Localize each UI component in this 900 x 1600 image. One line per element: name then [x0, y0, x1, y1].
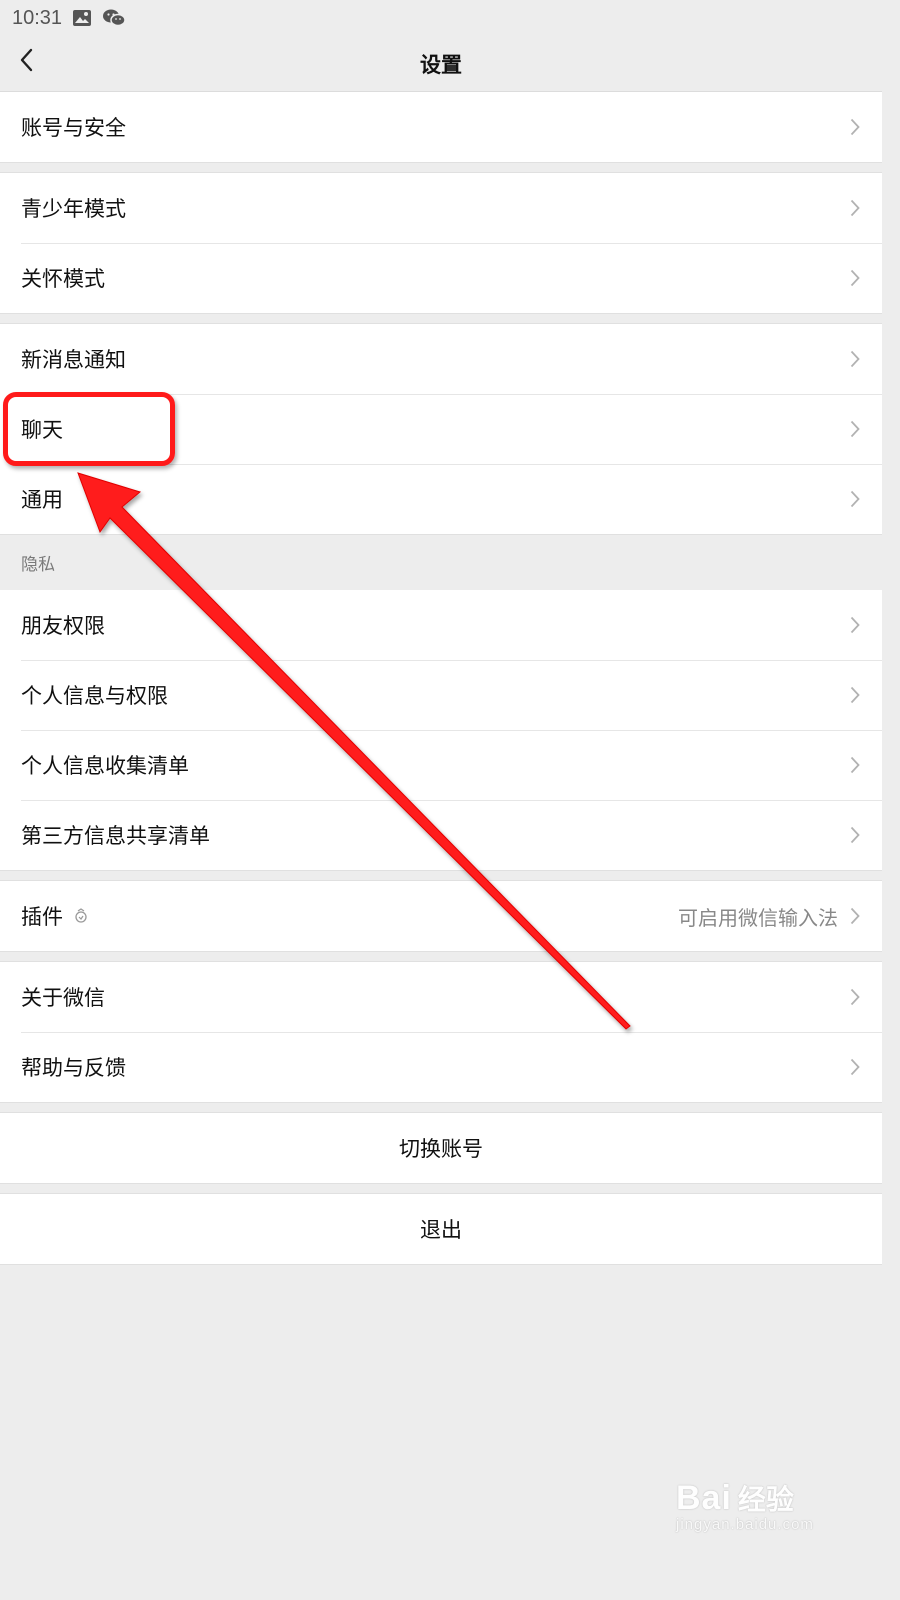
- settings-item-plugins[interactable]: 插件 可启用微信输入法: [0, 881, 882, 951]
- item-label: 新消息通知: [21, 348, 126, 372]
- plugins-value: 可启用微信输入法: [678, 905, 838, 930]
- settings-item-care-mode[interactable]: 关怀模式: [0, 243, 882, 313]
- item-label: 第三方信息共享清单: [21, 824, 210, 848]
- group-gap: [0, 870, 882, 881]
- item-label: 朋友权限: [21, 614, 105, 638]
- settings-item-notifications[interactable]: 新消息通知: [0, 324, 882, 394]
- chevron-right-icon: [850, 616, 860, 634]
- watermark-sub: jingyan.baidu.com: [676, 1516, 814, 1533]
- chevron-right-icon: [850, 269, 860, 287]
- gallery-icon: [72, 9, 92, 27]
- settings-item-account-security[interactable]: 账号与安全: [0, 92, 882, 162]
- logout-button[interactable]: 退出: [0, 1194, 882, 1264]
- back-arrow-icon[interactable]: [14, 48, 38, 72]
- nav-bar: 设置: [0, 36, 882, 91]
- section-header-privacy: 隐私: [0, 534, 882, 590]
- chevron-right-icon: [850, 199, 860, 217]
- settings-list: 账号与安全 青少年模式 关怀模式 新消息通知 聊天 通用 隐私 朋友权限 个人信…: [0, 92, 882, 1265]
- switch-account-button[interactable]: 切换账号: [0, 1113, 882, 1183]
- item-label: 关于微信: [21, 986, 105, 1010]
- item-label: 帮助与反馈: [21, 1056, 126, 1080]
- group-gap: [0, 951, 882, 962]
- item-label: 关怀模式: [21, 267, 105, 291]
- page-title: 设置: [420, 52, 462, 77]
- group-gap: [0, 313, 882, 324]
- settings-group-plugins: 插件 可启用微信输入法: [0, 881, 882, 951]
- settings-item-info-collection-list[interactable]: 个人信息收集清单: [0, 730, 882, 800]
- wechat-icon: [102, 8, 126, 28]
- settings-item-general[interactable]: 通用: [0, 464, 882, 534]
- settings-item-personal-info-permissions[interactable]: 个人信息与权限: [0, 660, 882, 730]
- chevron-right-icon: [850, 490, 860, 508]
- settings-item-about-wechat[interactable]: 关于微信: [0, 962, 882, 1032]
- settings-group-account: 账号与安全: [0, 92, 882, 162]
- item-label: 个人信息与权限: [21, 684, 168, 708]
- item-label: 通用: [21, 488, 63, 512]
- annotation-highlight-box: [3, 392, 175, 466]
- group-gap: [0, 1183, 882, 1194]
- settings-item-teen-mode[interactable]: 青少年模式: [0, 173, 882, 243]
- settings-item-friend-permissions[interactable]: 朋友权限: [0, 590, 882, 660]
- chevron-right-icon: [850, 686, 860, 704]
- item-label: 青少年模式: [21, 197, 126, 221]
- chevron-right-icon: [850, 988, 860, 1006]
- watermark-main: Bai: [676, 1479, 732, 1517]
- status-time: 10:31: [12, 6, 63, 29]
- chevron-right-icon: [850, 756, 860, 774]
- item-label: 个人信息收集清单: [21, 754, 189, 778]
- settings-group-modes: 青少年模式 关怀模式: [0, 173, 882, 313]
- settings-group-privacy: 朋友权限 个人信息与权限 个人信息收集清单 第三方信息共享清单: [0, 590, 882, 870]
- item-label: 账号与安全: [21, 116, 126, 140]
- item-label: 插件: [21, 905, 63, 929]
- chevron-right-icon: [850, 420, 860, 438]
- group-gap: [0, 1102, 882, 1113]
- chevron-right-icon: [850, 1058, 860, 1076]
- settings-item-third-party-sharing-list[interactable]: 第三方信息共享清单: [0, 800, 882, 870]
- baidu-watermark: Bai 经验 jingyan.baidu.com: [676, 1478, 866, 1553]
- chevron-right-icon: [850, 118, 860, 136]
- plugin-icon: [73, 908, 89, 924]
- chevron-right-icon: [850, 350, 860, 368]
- watermark-cn: 经验: [737, 1483, 794, 1516]
- chevron-right-icon: [850, 907, 860, 925]
- bottom-divider: [0, 1264, 882, 1265]
- chevron-right-icon: [850, 826, 860, 844]
- settings-group-about: 关于微信 帮助与反馈: [0, 962, 882, 1102]
- settings-item-help-feedback[interactable]: 帮助与反馈: [0, 1032, 882, 1102]
- status-bar: 10:31: [0, 0, 882, 36]
- group-gap: [0, 162, 882, 173]
